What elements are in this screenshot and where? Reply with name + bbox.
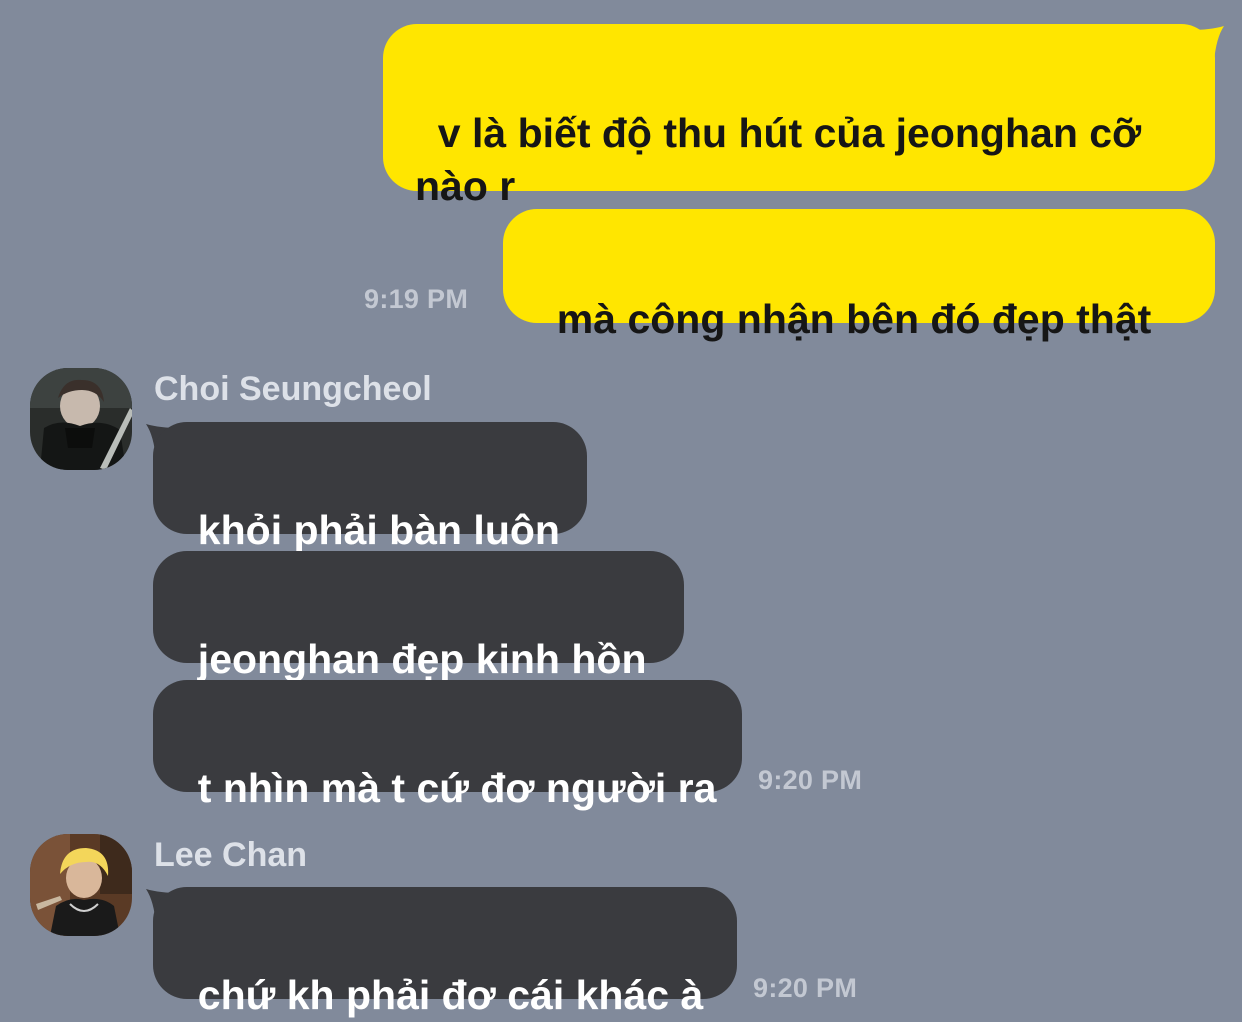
profile-photo-icon	[30, 368, 132, 470]
message-text: t nhìn mà t cứ đơ người ra	[197, 765, 717, 811]
outgoing-message[interactable]: mà công nhận bên đó đẹp thật	[503, 209, 1215, 342]
incoming-message[interactable]: t nhìn mà t cứ đơ người ra	[153, 680, 742, 811]
sender-name: Choi Seungcheol	[154, 370, 432, 408]
avatar[interactable]	[30, 368, 132, 470]
incoming-message[interactable]: khỏi phải bàn luôn	[153, 422, 587, 553]
message-text: jeonghan đẹp kinh hồn	[197, 636, 647, 682]
incoming-message[interactable]: chứ kh phải đơ cái khác à	[153, 887, 737, 1018]
incoming-message[interactable]: jeonghan đẹp kinh hồn	[153, 551, 684, 682]
sender-name: Lee Chan	[154, 836, 308, 874]
message-text: khỏi phải bàn luôn	[197, 507, 560, 553]
message-text: mà công nhận bên đó đẹp thật	[556, 296, 1152, 342]
message-text: chứ kh phải đơ cái khác à	[197, 972, 704, 1018]
avatar[interactable]	[30, 834, 132, 936]
message-timestamp: 9:20 PM	[758, 765, 863, 795]
message-text: v là biết độ thu hút của jeonghan cỡ nào…	[415, 110, 1153, 209]
outgoing-message[interactable]: v là biết độ thu hút của jeonghan cỡ nào…	[383, 24, 1215, 209]
message-timestamp: 9:20 PM	[753, 973, 858, 1003]
message-timestamp: 9:19 PM	[364, 284, 469, 314]
chat-screen: { "messages": [ {"direction": "outgoing"…	[0, 0, 1242, 1018]
profile-photo-icon	[30, 834, 132, 936]
